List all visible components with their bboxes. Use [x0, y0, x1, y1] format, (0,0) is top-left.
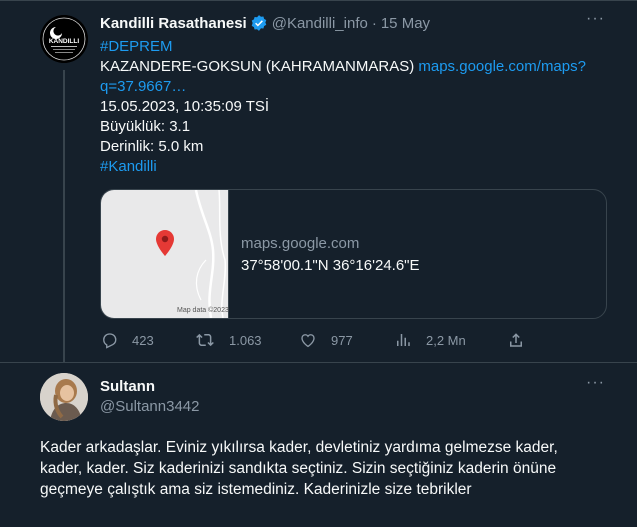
kandilli-logo-icon: KANDILLI [40, 15, 88, 63]
separator-dot: · [371, 14, 377, 32]
view-count: 2,2 Mn [426, 332, 466, 348]
reply-button[interactable]: 423 [100, 331, 154, 349]
tweet-date[interactable]: 15 May [381, 15, 430, 32]
datetime-text: 15.05.2023, 10:35:09 TSİ [100, 98, 270, 115]
reply-count: 423 [132, 332, 154, 348]
author-name[interactable]: Kandilli Rasathanesi [100, 15, 247, 32]
like-button[interactable]: 977 [299, 331, 353, 349]
retweet-button[interactable]: 1.063 [195, 331, 262, 349]
reply-more-icon[interactable]: ··· [586, 374, 605, 392]
link-card[interactable]: Map data ©2023 maps.google.com 37°58'00.… [100, 189, 607, 319]
reply-icon [103, 333, 117, 349]
share-icon [510, 333, 522, 347]
maps-link-continued[interactable]: q=37.9667… [100, 77, 605, 97]
thread-line [63, 70, 65, 362]
magnitude-text: Büyüklük: 3.1 [100, 118, 191, 135]
depth-text: Derinlik: 5.0 km [100, 138, 204, 155]
reply-author-name[interactable]: Sultann [100, 378, 155, 395]
tweet-header: Kandilli Rasathanesi @Kandilli_info · 15… [100, 14, 430, 32]
top-divider [0, 0, 637, 1]
maps-link[interactable]: maps.google.com/maps? [418, 58, 586, 75]
like-icon [301, 334, 315, 348]
location-text: KAZANDERE-GOKSUN (KAHRAMANMARAS) [100, 58, 415, 75]
reply-author-handle[interactable]: @Sultann3442 [100, 398, 199, 415]
tweet-body: #DEPREM KAZANDERE-GOKSUN (KAHRAMANMARAS)… [100, 37, 605, 177]
views-button[interactable]: 2,2 Mn [394, 331, 466, 349]
tweet-divider [0, 362, 637, 363]
hashtag-kandilli[interactable]: #Kandilli [100, 157, 605, 177]
retweet-count: 1.063 [229, 332, 262, 348]
share-button[interactable] [507, 331, 539, 349]
map-credit: Map data ©2023 [177, 307, 229, 314]
verified-badge-icon [251, 15, 266, 31]
reply-author-avatar[interactable] [40, 373, 88, 421]
location-line: KAZANDERE-GOKSUN (KAHRAMANMARAS) maps.go… [100, 57, 605, 77]
map-thumbnail: Map data ©2023 [101, 190, 229, 318]
avatar-text: KANDILLI [49, 38, 80, 45]
author-avatar[interactable]: KANDILLI [40, 15, 88, 63]
avatar-photo [40, 373, 88, 421]
card-domain: maps.google.com [241, 235, 360, 252]
views-icon [397, 334, 410, 346]
retweet-icon [196, 333, 214, 347]
hashtag-deprem[interactable]: #DEPREM [100, 37, 605, 57]
author-handle[interactable]: @Kandilli_info [272, 15, 368, 32]
reply-text: Kader arkadaşlar. Eviniz yıkılırsa kader… [40, 439, 558, 498]
more-icon[interactable]: ··· [586, 10, 605, 28]
card-coords: 37°58'00.1"N 36°16'24.6"E [241, 257, 420, 274]
map-pin-icon [156, 230, 174, 256]
like-count: 977 [331, 332, 353, 348]
